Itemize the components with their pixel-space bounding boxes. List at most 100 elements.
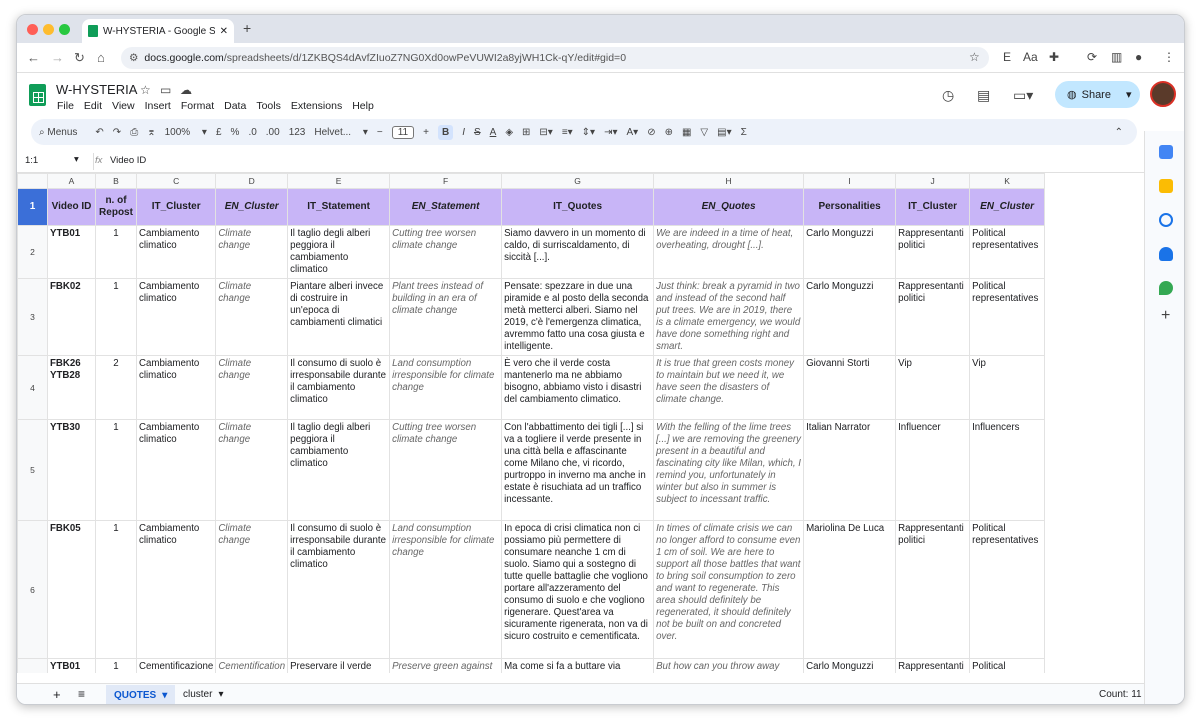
comments-icon[interactable]: ▤ (977, 87, 990, 104)
share-dropdown-icon[interactable]: ▾ (1126, 88, 1132, 101)
cell[interactable]: But how can you throw away (653, 658, 805, 673)
add-sheet-icon[interactable]: + (53, 687, 61, 702)
cell[interactable]: Italian Narrator (803, 419, 897, 521)
insert-comment-icon[interactable]: ⊕ (665, 127, 673, 138)
cell[interactable]: Cementification (215, 658, 289, 673)
contacts-icon[interactable] (1159, 247, 1173, 261)
menu-help[interactable]: Help (352, 100, 374, 112)
menu-edit[interactable]: Edit (84, 100, 102, 112)
font-size-field[interactable]: 11 (391, 125, 415, 139)
maximize-window-button[interactable] (59, 24, 70, 35)
header-cell[interactable]: EN_Cluster (215, 188, 289, 226)
cell[interactable]: Preserve green against (389, 658, 503, 673)
sync-icon[interactable]: ⟳ (1087, 50, 1097, 64)
insert-link-icon[interactable]: ⊘ (647, 127, 655, 138)
minimize-window-button[interactable] (43, 24, 54, 35)
cell[interactable]: 1 (95, 419, 137, 521)
cell[interactable]: Political (969, 658, 1046, 673)
row-number[interactable]: 3 (17, 278, 48, 356)
row-number[interactable]: 5 (17, 419, 48, 521)
cell[interactable]: Mariolina De Luca (803, 520, 897, 659)
header-cell[interactable]: IT_Cluster (895, 188, 971, 226)
cell[interactable]: Political representatives (969, 520, 1046, 659)
filter-views-icon[interactable]: ▤▾ (717, 127, 731, 138)
cell[interactable]: Il consumo di suolo è irresponsabile dur… (287, 355, 391, 420)
header-cell[interactable]: EN_Quotes (653, 188, 805, 226)
column-header[interactable]: J (895, 173, 971, 189)
share-button[interactable]: ◍ Share ▾ (1055, 81, 1140, 108)
cell[interactable]: Vip (969, 355, 1046, 420)
cell[interactable]: Siamo davvero in un momento di caldo, di… (501, 225, 655, 279)
cell[interactable]: Influencers (969, 419, 1046, 521)
cell[interactable]: Carlo Monguzzi (803, 225, 897, 279)
cell[interactable]: Preservare il verde (287, 658, 391, 673)
cell[interactable]: Just think: break a pyramid in two and i… (653, 278, 805, 356)
number-format-button[interactable]: 123 (289, 127, 306, 138)
cell[interactable]: In epoca di crisi climatica non ci possi… (501, 520, 655, 659)
header-cell[interactable]: IT_Quotes (501, 188, 655, 226)
cell[interactable]: Ma come si fa a buttare via (501, 658, 655, 673)
cell[interactable]: YTB01 (47, 225, 96, 279)
cell[interactable]: Giovanni Storti (803, 355, 897, 420)
text-color-icon[interactable]: A (490, 127, 497, 138)
cell[interactable]: Carlo Monguzzi (803, 278, 897, 356)
cell[interactable]: Rappresentanti politici (895, 278, 971, 356)
sheet-tab-quotes[interactable]: QUOTES ▾ (106, 685, 175, 704)
cell[interactable]: 1 (95, 520, 137, 659)
horizontal-align-icon[interactable]: ≡▾ (562, 127, 573, 138)
formula-input[interactable]: Video ID (110, 155, 146, 166)
site-info-icon[interactable]: ⚙ (129, 52, 138, 64)
cloud-status-icon[interactable]: ☁ (180, 83, 192, 97)
cell[interactable]: È vero che il verde costa mantenerlo ma … (501, 355, 655, 420)
cell[interactable]: We are indeed in a time of heat, overhea… (653, 225, 805, 279)
redo-icon[interactable]: ↷ (113, 127, 121, 138)
decrease-decimal-button[interactable]: .0 (248, 127, 256, 138)
zoom-select[interactable]: 100% ▾ (165, 127, 207, 138)
maps-icon[interactable] (1159, 281, 1173, 295)
keep-icon[interactable] (1159, 179, 1173, 193)
header-cell[interactable]: Video ID (47, 188, 96, 226)
menu-data[interactable]: Data (224, 100, 246, 112)
home-icon[interactable]: ⌂ (97, 50, 105, 65)
cell[interactable]: Cementificazione (135, 658, 217, 673)
cell[interactable]: Pensate: spezzare in due una piramide e … (501, 278, 655, 356)
cell[interactable]: Plant trees instead of building in an er… (389, 278, 503, 356)
cell[interactable]: Carlo Monguzzi (803, 658, 897, 673)
cell[interactable]: Political representatives (969, 225, 1046, 279)
row-number[interactable]: 4 (17, 355, 48, 420)
cell[interactable]: Climate change (215, 278, 289, 356)
new-tab-icon[interactable]: + (243, 20, 251, 36)
extension-e-icon[interactable]: E (1003, 50, 1011, 64)
header-cell[interactable]: IT_Cluster (135, 188, 217, 226)
sheet-tab-dropdown-icon[interactable]: ▾ (218, 689, 223, 700)
collapse-toolbar-icon[interactable]: ⌃ (1115, 127, 1123, 138)
add-addon-icon[interactable]: + (1161, 307, 1170, 325)
row-number[interactable]: 2 (17, 225, 48, 279)
sheets-logo-icon[interactable] (29, 84, 46, 106)
cell[interactable]: FBK02 (47, 278, 96, 356)
menu-view[interactable]: View (112, 100, 135, 112)
profile-icon[interactable]: ● (1135, 50, 1142, 64)
cell[interactable]: YTB30 (47, 419, 96, 521)
cell[interactable]: YTB01 (47, 658, 96, 673)
functions-icon[interactable]: Σ (741, 127, 747, 138)
row-number[interactable]: 1 (17, 188, 48, 226)
cell[interactable]: Cambiamento climatico (135, 355, 217, 420)
text-rotation-icon[interactable]: A▾ (626, 127, 638, 138)
column-header[interactable]: B (95, 173, 137, 189)
cell[interactable]: Cutting tree worsen climate change (389, 419, 503, 521)
cell[interactable]: 1 (95, 225, 137, 279)
menu-tools[interactable]: Tools (256, 100, 281, 112)
calendar-icon[interactable] (1159, 145, 1173, 159)
insert-chart-icon[interactable]: ▦ (682, 127, 691, 138)
cell[interactable]: Cambiamento climatico (135, 419, 217, 521)
close-window-button[interactable] (27, 24, 38, 35)
header-cell[interactable]: EN_Cluster (969, 188, 1046, 226)
back-icon[interactable]: ← (27, 50, 40, 65)
cell[interactable]: Land consumption irresponsible for clima… (389, 355, 503, 420)
merge-cells-icon[interactable]: ⊟▾ (539, 127, 552, 138)
sheet-tab-cluster[interactable]: cluster ▾ (183, 689, 223, 700)
menu-file[interactable]: File (57, 100, 74, 112)
cell[interactable]: FBK26 YTB28 (47, 355, 96, 420)
cell[interactable]: Cutting tree worsen climate change (389, 225, 503, 279)
